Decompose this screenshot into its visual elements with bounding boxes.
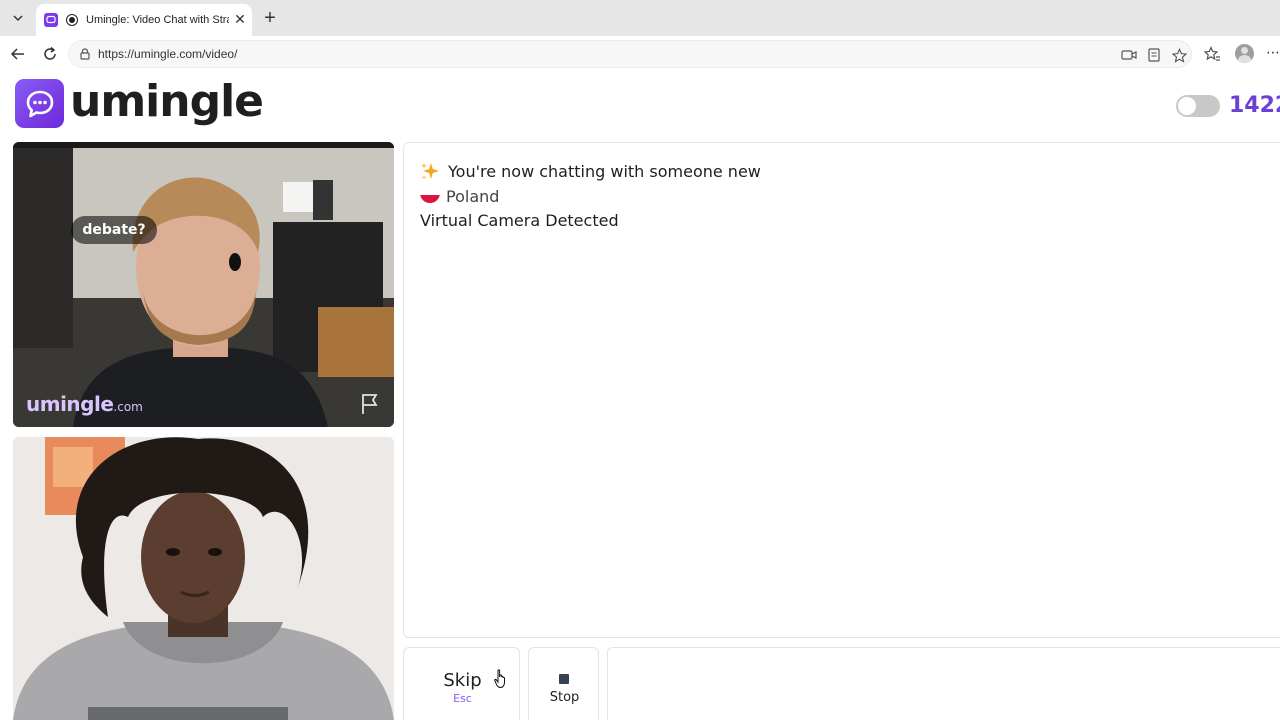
watermark-main: umingle	[26, 392, 114, 416]
new-tab-button[interactable]: +	[258, 6, 282, 30]
reload-icon	[44, 46, 56, 60]
recording-icon	[66, 14, 78, 26]
more-options-button[interactable]: ⋯	[1266, 45, 1280, 61]
chat-message-virtual-camera: Virtual Camera Detected	[420, 211, 619, 230]
browser-toolbar: https://umingle.com/video/	[0, 36, 1280, 73]
chat-message-country: Poland	[420, 187, 499, 206]
address-bar[interactable]: https://umingle.com/video/	[68, 40, 1192, 68]
chat-message-new-partner: You're now chatting with someone new	[420, 161, 761, 181]
poland-flag-icon	[420, 190, 440, 203]
reader-view-icon[interactable]	[1146, 47, 1162, 63]
back-button[interactable]	[5, 42, 31, 66]
umingle-favicon-icon	[44, 13, 58, 27]
self-video-frame	[13, 437, 394, 720]
umingle-logo-icon[interactable]	[15, 79, 64, 128]
tab-title: Umingle: Video Chat with Stra	[86, 14, 229, 26]
profile-avatar[interactable]	[1235, 44, 1254, 63]
browser-tab-bar: Umingle: Video Chat with Stra ✕ +	[0, 0, 1280, 36]
stop-icon	[559, 674, 569, 684]
stranger-caption: debate?	[82, 222, 146, 238]
reload-button[interactable]	[37, 42, 63, 66]
arrow-left-icon	[10, 48, 24, 60]
chat-message-text: You're now chatting with someone new	[448, 161, 761, 181]
page-content: umingle 1422 debate? umingle.com	[0, 72, 1280, 720]
camera-in-use-icon[interactable]	[1121, 47, 1137, 63]
close-tab-icon[interactable]: ✕	[231, 11, 249, 29]
self-video	[13, 437, 394, 720]
url-text[interactable]: https://umingle.com/video/	[98, 47, 237, 61]
theme-toggle[interactable]	[1176, 95, 1220, 117]
skip-shortcut-hint: Esc	[453, 692, 472, 705]
favorites-button[interactable]	[1202, 44, 1222, 64]
favorites-list-icon	[1203, 46, 1220, 61]
chat-panel: You're now chatting with someone new Pol…	[403, 142, 1280, 638]
browser-tab-umingle[interactable]: Umingle: Video Chat with Stra ✕	[36, 4, 252, 36]
report-flag-icon[interactable]	[358, 392, 382, 416]
stranger-video-frame	[13, 142, 394, 427]
online-user-count: 1422	[1229, 93, 1280, 118]
tab-list-button[interactable]	[5, 6, 31, 30]
stop-button[interactable]: Stop	[528, 647, 599, 720]
pointer-hand-cursor-icon	[494, 669, 505, 689]
chat-message-text: Poland	[446, 187, 500, 206]
chevron-down-icon	[13, 15, 23, 22]
stop-label: Stop	[549, 690, 580, 705]
umingle-watermark: umingle.com	[26, 392, 143, 416]
sparkles-icon	[421, 162, 439, 180]
logo-wordmark[interactable]: umingle	[70, 76, 264, 127]
favorite-star-icon[interactable]	[1171, 47, 1187, 63]
message-input[interactable]	[607, 647, 1280, 720]
stranger-video: debate? umingle.com	[13, 142, 394, 427]
watermark-suffix: .com	[113, 400, 143, 414]
lock-icon[interactable]	[78, 47, 92, 61]
